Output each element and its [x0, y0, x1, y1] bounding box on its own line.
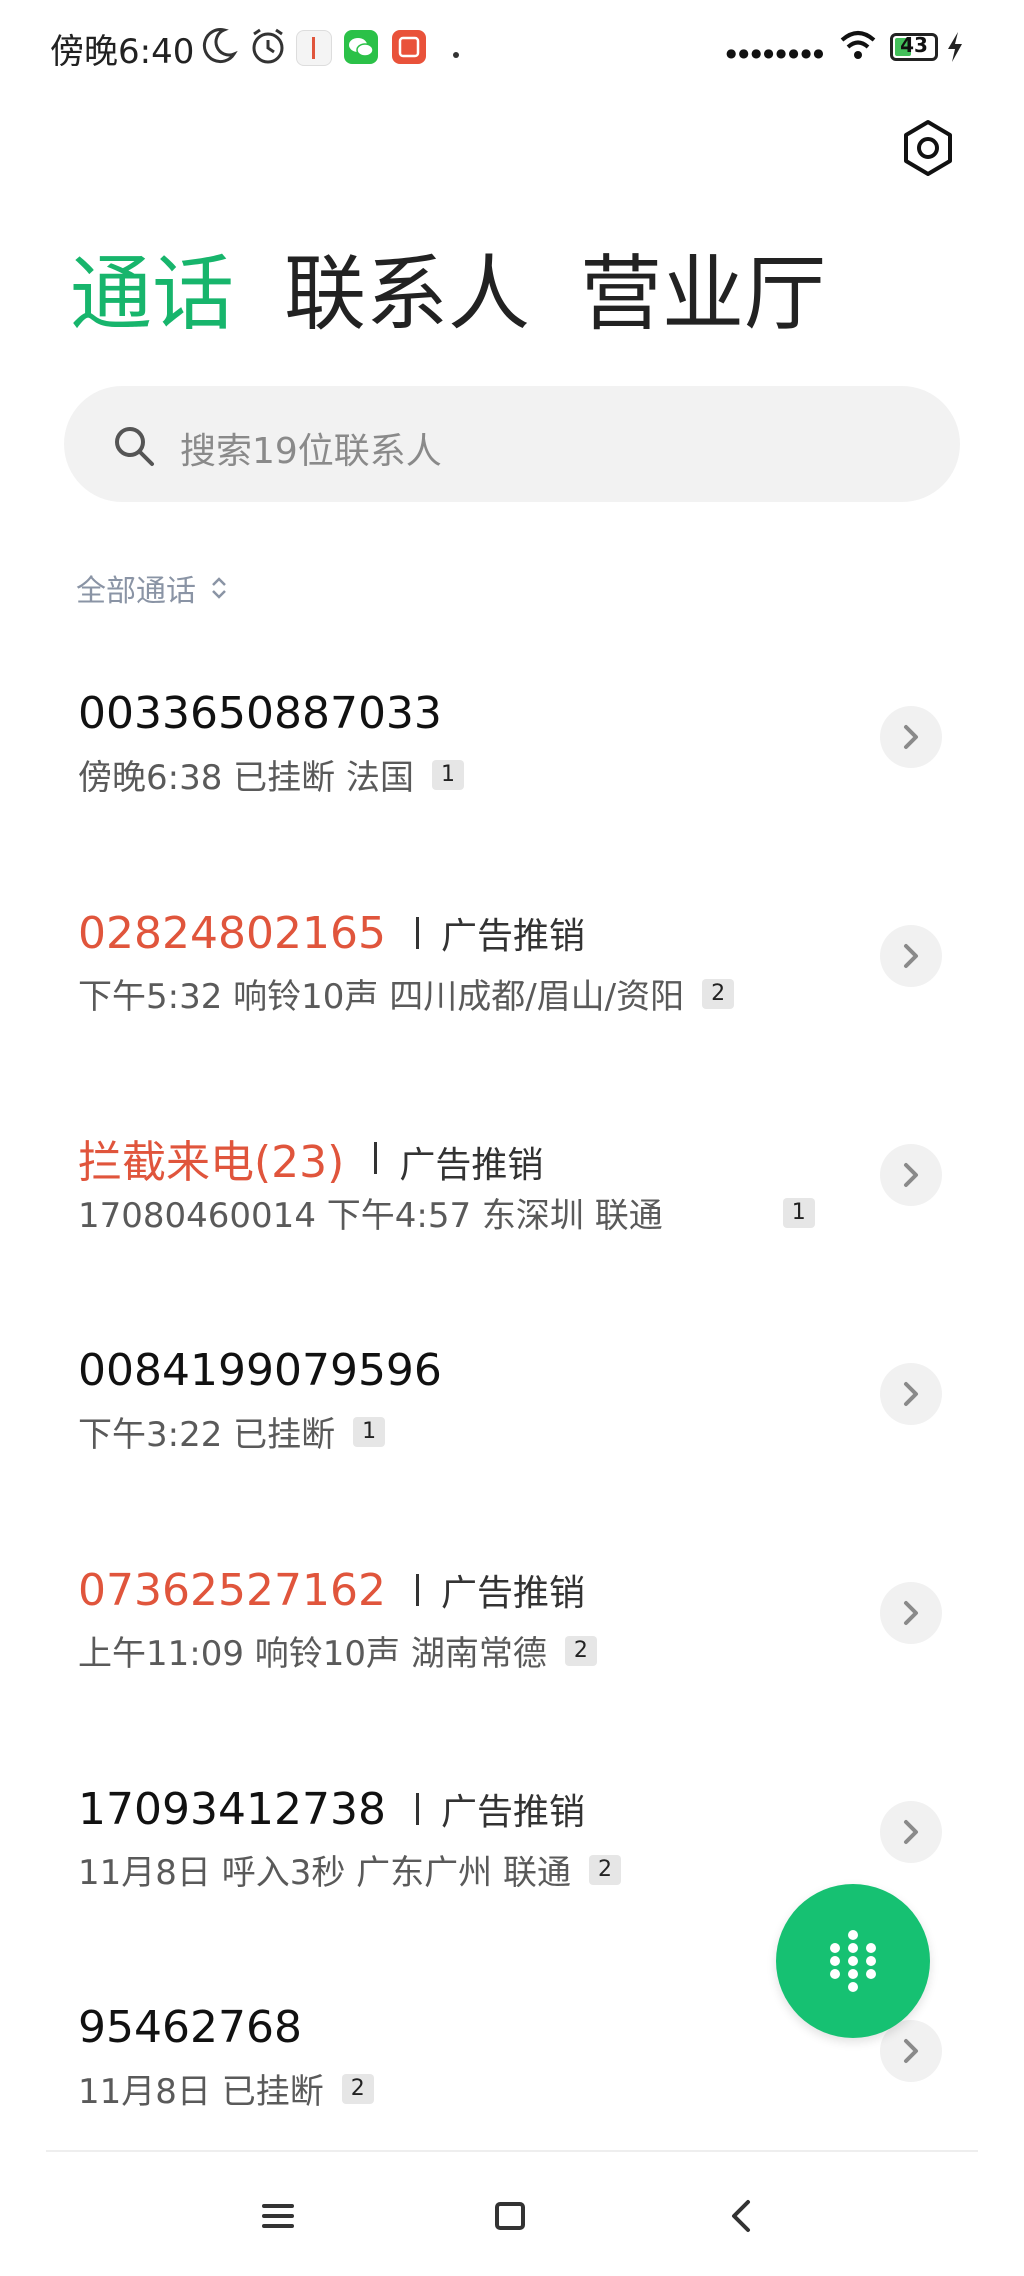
call-detail-button[interactable]: [880, 925, 942, 987]
chevron-right-icon: [904, 2039, 918, 2063]
settings-button[interactable]: [896, 116, 960, 180]
call-count-badge: 1: [782, 1197, 815, 1228]
call-detail-button[interactable]: [880, 2020, 942, 2082]
nav-menu-button[interactable]: [248, 2186, 308, 2246]
call-count-badge: 2: [564, 1635, 597, 1666]
call-detail: 下午3:22 已挂断: [78, 1415, 336, 1455]
separator-bar: [374, 1142, 378, 1174]
sort-chevron-icon: [212, 577, 226, 599]
call-number: 95462768: [78, 2002, 302, 2053]
call-detail-button[interactable]: [880, 1144, 942, 1206]
more-notifications-dot-icon: [452, 44, 460, 63]
chevron-right-icon: [904, 725, 918, 749]
status-time: 傍晚6:40: [50, 32, 195, 72]
moon-icon: [200, 26, 238, 68]
call-detail: 17080460014 下午4:57 东深圳 联通: [78, 1196, 663, 1236]
taobao-icon: [392, 30, 426, 64]
call-row[interactable]: 02824802165 广告推销 下午5:32 响铃10声 四川成都/眉山/资阳…: [0, 859, 1024, 1078]
call-detail: 11月8日 呼入3秒 广东广州 联通: [78, 1853, 571, 1893]
call-count-badge: 2: [341, 2073, 374, 2104]
wechat-icon: [344, 30, 378, 64]
main-tabs: 通话 联系人 营业厅: [70, 240, 826, 350]
chevron-right-icon: [904, 1820, 918, 1844]
search-icon: [115, 427, 154, 466]
search-placeholder: 搜索19位联系人: [180, 431, 442, 472]
call-detail: 11月8日 已挂断: [78, 2072, 324, 2112]
call-row[interactable]: 0084199079596 下午3:22 已挂断 1: [0, 1297, 1024, 1516]
separator-bar: [415, 1793, 419, 1825]
nav-divider: [46, 2150, 978, 2152]
call-filter-dropdown[interactable]: 全部通话: [76, 566, 228, 610]
separator-bar: [415, 1574, 419, 1606]
call-detail: 下午5:32 响铃10声 四川成都/眉山/资阳: [78, 977, 685, 1017]
call-detail-button[interactable]: [880, 706, 942, 768]
call-count-badge: 2: [588, 1854, 621, 1885]
home-square-icon: [495, 2202, 525, 2230]
notification-app-icon: [296, 30, 332, 66]
nav-home-button[interactable]: [480, 2186, 540, 2246]
charging-bolt-icon: [944, 30, 966, 68]
battery-level-text: 43: [900, 33, 928, 57]
call-tag: 广告推销: [440, 1792, 585, 1833]
call-tag: 广告推销: [440, 916, 585, 957]
nav-back-button[interactable]: [712, 2186, 772, 2246]
call-count-badge: 1: [353, 1416, 386, 1447]
dialpad-button[interactable]: [776, 1884, 930, 2038]
call-detail-button[interactable]: [880, 1801, 942, 1863]
call-detail: 上午11:09 响铃10声 湖南常德: [78, 1634, 547, 1674]
filter-label: 全部通话: [76, 574, 196, 609]
call-detail: 傍晚6:38 已挂断 法国: [78, 758, 414, 798]
call-detail-button[interactable]: [880, 1363, 942, 1425]
status-bar: 傍晚6:40 ●●●●●●●● 43: [0, 0, 1024, 100]
call-number: 拦截来电(23): [78, 1137, 345, 1188]
call-tag: 广告推销: [440, 1573, 585, 1614]
tab-service-hall[interactable]: 营业厅: [580, 254, 826, 336]
call-number: 0084199079596: [78, 1345, 442, 1396]
search-input[interactable]: 搜索19位联系人: [64, 386, 960, 502]
call-detail-button[interactable]: [880, 1582, 942, 1644]
call-number: 17093412738: [78, 1784, 386, 1835]
chevron-right-icon: [904, 944, 918, 968]
battery-indicator: 43: [890, 33, 938, 61]
call-row[interactable]: 0033650887033 傍晚6:38 已挂断 法国 1: [0, 640, 1024, 859]
call-row[interactable]: 拦截来电(23) 广告推销 17080460014 下午4:57 东深圳 联通 …: [0, 1078, 1024, 1297]
back-chevron-icon: [732, 2200, 750, 2232]
alarm-icon: [248, 26, 288, 70]
call-number: 0033650887033: [78, 688, 442, 739]
settings-hexagon-icon: [904, 120, 952, 176]
call-count-badge: 2: [702, 978, 735, 1009]
call-count-badge: 1: [431, 759, 464, 790]
call-number: 02824802165: [78, 908, 386, 959]
chevron-right-icon: [904, 1601, 918, 1625]
tab-calls[interactable]: 通话: [70, 254, 234, 336]
dialpad-icon: [830, 1930, 876, 1992]
signal-icon: ●●●●●●●●: [726, 46, 826, 60]
separator-bar: [415, 917, 419, 949]
call-tag: 广告推销: [399, 1145, 544, 1186]
wifi-icon: [838, 28, 878, 68]
tab-contacts[interactable]: 联系人: [284, 254, 530, 336]
menu-icon: [262, 2204, 294, 2228]
chevron-right-icon: [904, 1163, 918, 1187]
chevron-right-icon: [904, 1382, 918, 1406]
call-number: 07362527162: [78, 1565, 386, 1616]
call-row[interactable]: 07362527162 广告推销 上午11:09 响铃10声 湖南常德 2: [0, 1516, 1024, 1735]
